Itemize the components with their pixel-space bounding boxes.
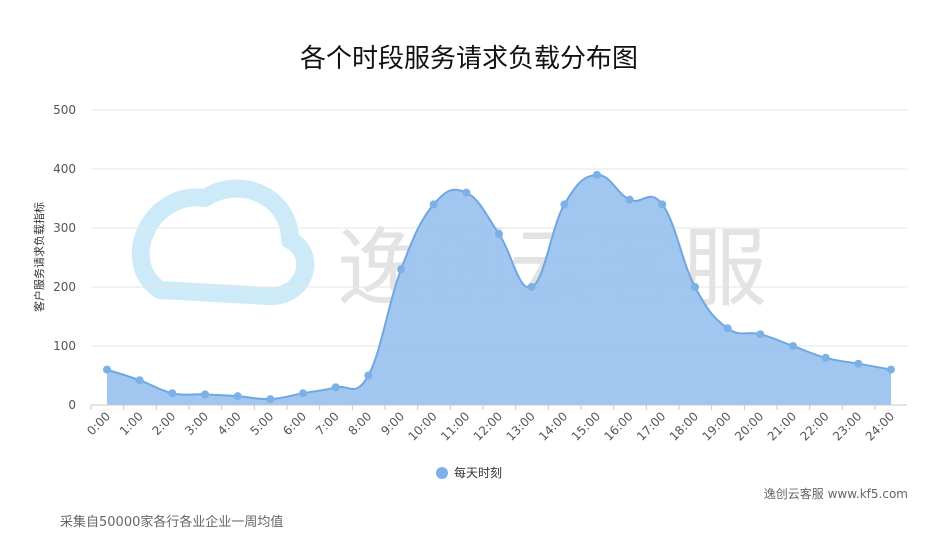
x-tick-label: 11:00 xyxy=(438,409,472,443)
y-tick-label: 100 xyxy=(53,339,76,353)
x-tick-label: 17:00 xyxy=(634,409,668,443)
x-tick-label: 18:00 xyxy=(667,409,701,443)
x-tick-label: 1:00 xyxy=(117,409,146,438)
x-tick-label: 15:00 xyxy=(569,409,603,443)
data-note: 采集自50000家各行各业企业一周均值 xyxy=(60,515,284,530)
data-point[interactable] xyxy=(168,389,177,398)
y-tick-label: 500 xyxy=(53,103,76,117)
data-point[interactable] xyxy=(462,188,471,197)
y-tick-label: 300 xyxy=(53,221,76,235)
data-point[interactable] xyxy=(789,342,797,350)
x-tick-label: 14:00 xyxy=(536,409,570,443)
x-tick-label: 7:00 xyxy=(313,409,342,438)
y-tick-label: 0 xyxy=(68,398,76,412)
data-point[interactable] xyxy=(429,200,438,209)
y-tick-label: 200 xyxy=(53,280,76,294)
data-point[interactable] xyxy=(691,283,699,291)
data-point[interactable] xyxy=(527,283,536,291)
data-point[interactable] xyxy=(331,383,340,392)
x-tick-label: 23:00 xyxy=(830,409,864,443)
data-point[interactable] xyxy=(625,195,634,204)
data-point[interactable] xyxy=(397,265,405,274)
legend-label: 每天时刻 xyxy=(454,465,502,480)
data-point[interactable] xyxy=(887,365,895,374)
x-tick-label: 6:00 xyxy=(280,409,309,438)
x-tick-label: 5:00 xyxy=(247,409,276,438)
x-tick-label: 8:00 xyxy=(345,409,374,438)
data-point[interactable] xyxy=(593,170,601,179)
data-point[interactable] xyxy=(364,371,373,380)
x-axis: 0:00 1:00 2:00 3:00 4:00 5:00 6:00 7:00 8:00 9:00… xyxy=(84,404,907,444)
legend-marker xyxy=(436,467,448,479)
source-credit: 逸创云客服 www.kf5.com xyxy=(763,487,908,501)
x-tick-label: 0:00 xyxy=(84,409,113,438)
chart-canvas: 逸创云客服 0100200300400500 客户服务请求负载指标 0:001:… xyxy=(32,103,907,480)
data-point[interactable] xyxy=(266,395,275,404)
data-point[interactable] xyxy=(233,392,242,401)
data-point[interactable] xyxy=(135,376,144,385)
data-point[interactable] xyxy=(658,200,667,209)
data-point[interactable] xyxy=(103,365,111,374)
data-point[interactable] xyxy=(821,353,830,362)
x-tick-label: 13:00 xyxy=(503,409,537,443)
x-tick-label: 16:00 xyxy=(601,409,635,443)
x-tick-label: 22:00 xyxy=(797,409,831,443)
x-tick-label: 10:00 xyxy=(405,409,439,443)
data-point[interactable] xyxy=(201,390,209,399)
y-axis-ticks: 0 100 200 300 400 500 xyxy=(53,103,76,412)
x-tick-label: 3:00 xyxy=(182,409,211,438)
legend[interactable]: 每天时刻 xyxy=(436,465,502,480)
cloud-logo-icon xyxy=(131,179,315,305)
data-point[interactable] xyxy=(756,330,765,339)
y-axis-label: 客户服务请求负载指标 xyxy=(32,202,46,312)
x-tick-label: 4:00 xyxy=(215,409,244,438)
x-tick-label: 24:00 xyxy=(863,409,897,443)
y-tick-label: 400 xyxy=(53,162,76,176)
x-tick-label: 19:00 xyxy=(699,409,733,443)
data-point[interactable] xyxy=(723,324,732,333)
data-point[interactable] xyxy=(854,359,863,368)
x-tick-label: 12:00 xyxy=(471,409,505,443)
x-tick-label: 21:00 xyxy=(765,409,799,443)
data-point[interactable] xyxy=(560,200,569,209)
x-tick-label: 9:00 xyxy=(378,409,407,438)
x-tick-label: 20:00 xyxy=(732,409,766,443)
data-point[interactable] xyxy=(299,389,307,398)
x-tick-label: 2:00 xyxy=(149,409,178,438)
data-point[interactable] xyxy=(495,229,503,238)
